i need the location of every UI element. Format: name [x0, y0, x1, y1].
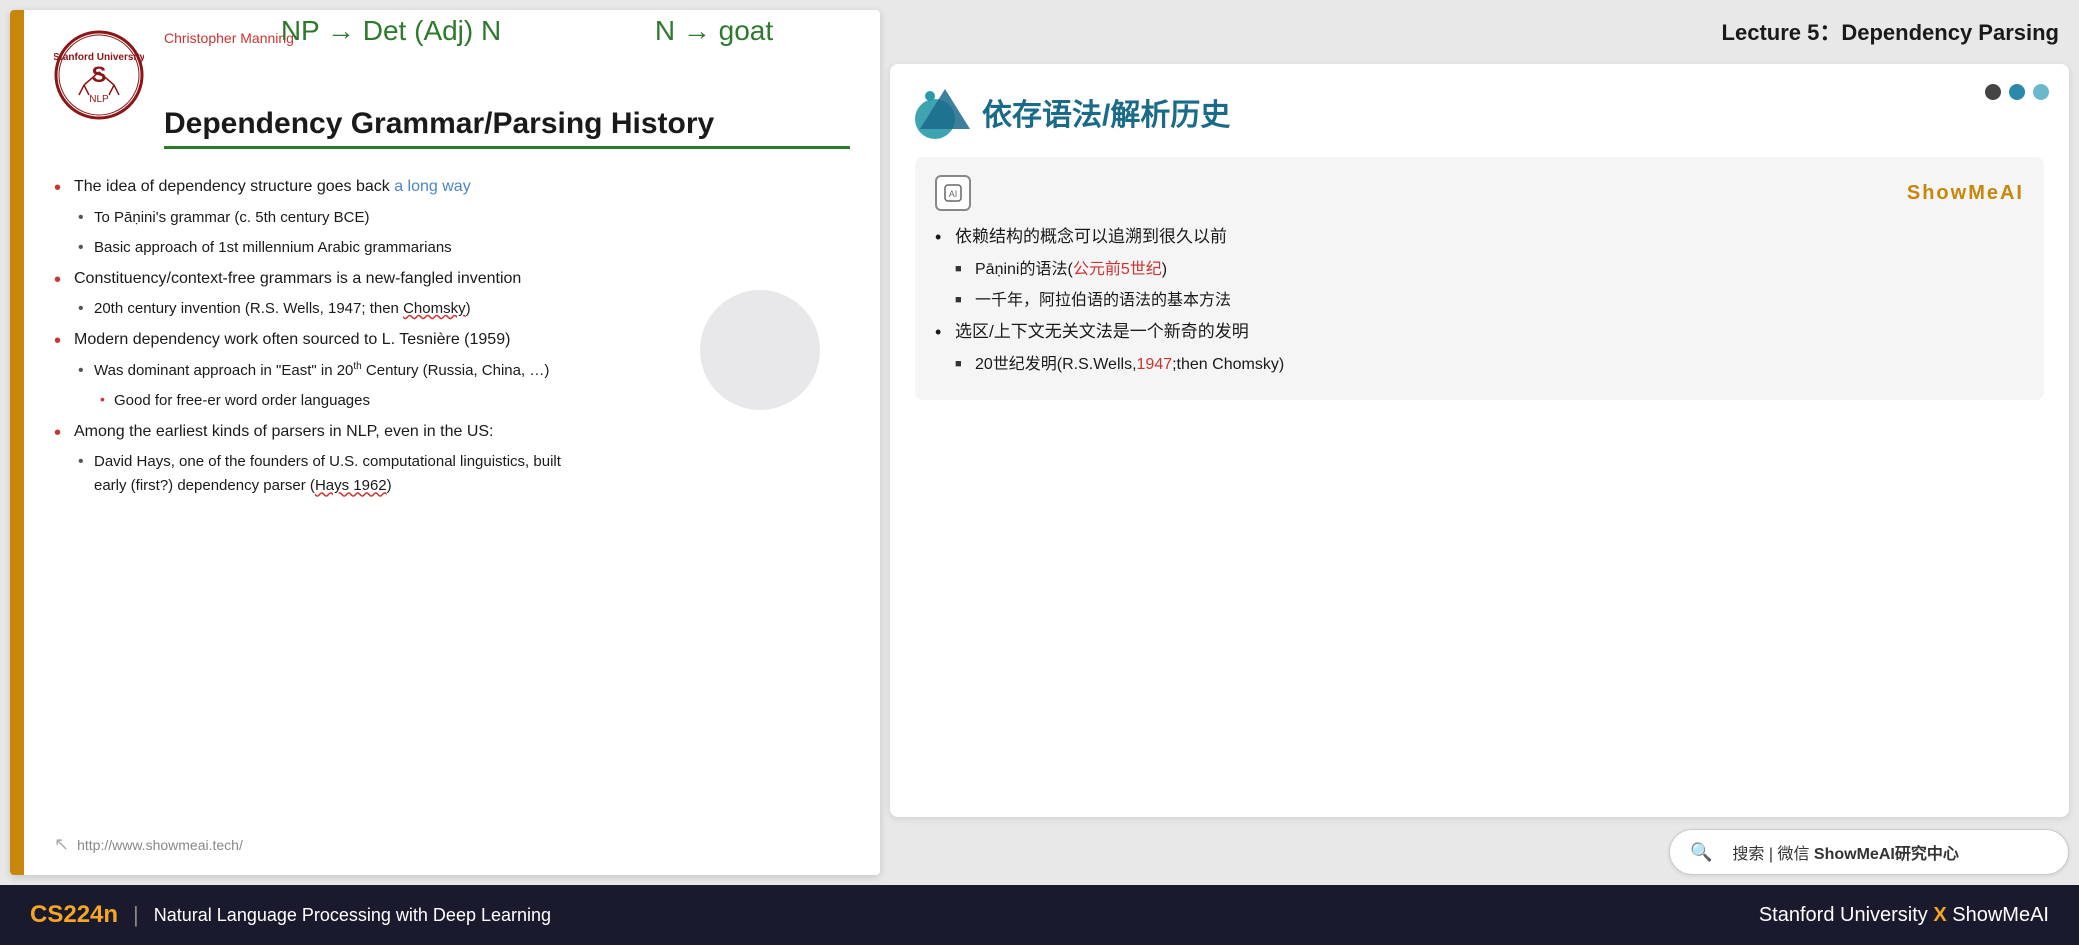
ai-content-box: AI ShowMeAI 依赖结构的概念可以追溯到很久以前 Pāṇini的语法(公… — [915, 157, 2044, 400]
slide-header: NP → Det (Adj) N N → goat Stanford Unive… — [54, 30, 850, 164]
hays-ref: Hays 1962 — [315, 477, 387, 494]
svg-text:AI: AI — [949, 189, 958, 199]
slide-title-underline — [164, 146, 850, 149]
dot-dark — [1985, 84, 2001, 100]
three-dots — [1985, 84, 2049, 100]
slide-title-area: Christopher Manning Dependency Grammar/P… — [164, 30, 850, 164]
list-item: David Hays, one of the founders of U.S. … — [54, 450, 850, 498]
formula-left: NP → Det (Adj) N — [281, 15, 501, 47]
list-item: 一千年，阿拉伯语的语法的基本方法 — [935, 287, 2024, 314]
chinese-slide-header: 依存语法/解析历史 — [915, 84, 2044, 139]
chinese-bullet-list: 依赖结构的概念可以追溯到很久以前 Pāṇini的语法(公元前5世纪) 一千年，阿… — [935, 223, 2024, 378]
bottom-right: Stanford University X ShowMeAI — [1759, 904, 2049, 927]
teal-logo-icon — [915, 84, 970, 139]
brand-text: ShowMeAI — [1952, 904, 2049, 926]
search-bar[interactable]: 🔍 搜索 | 微信 ShowMeAI研究中心 — [1669, 829, 2069, 875]
dot-light-teal — [2033, 84, 2049, 100]
footer-url: http://www.showmeai.tech/ — [77, 837, 243, 853]
lecture-title: Lecture 5：Dependency Parsing — [890, 10, 2069, 52]
right-panel: Lecture 5：Dependency Parsing 依存语法/解析历史 — [890, 10, 2069, 875]
ai-icon: AI — [935, 175, 971, 211]
search-icon: 🔍 — [1690, 842, 1712, 863]
chinese-slide-title: 依存语法/解析历史 — [982, 90, 1230, 134]
course-name: Natural Language Processing with Deep Le… — [154, 905, 551, 926]
svg-text:S: S — [92, 62, 107, 87]
year-highlight: 1947 — [1137, 356, 1173, 373]
bottom-bar: CS224n | Natural Language Processing wit… — [0, 885, 2079, 945]
chinese-slide: 依存语法/解析历史 AI ShowMeAI 依赖结构的概念可以 — [890, 64, 2069, 817]
list-item: Basic approach of 1st millennium Arabic … — [54, 236, 850, 260]
list-item: To Pāṇini's grammar (c. 5th century BCE) — [54, 206, 850, 230]
slide-content: NP → Det (Adj) N N → goat Stanford Unive… — [24, 10, 880, 875]
list-item: 选区/上下文无关文法是一个新奇的发明 — [935, 318, 2024, 347]
list-item: Constituency/context-free grammars is a … — [54, 266, 850, 292]
highlighted-text: 公元前5世纪 — [1073, 261, 1162, 278]
course-code: CS224n — [30, 901, 118, 929]
slide-title: Dependency Grammar/Parsing History — [164, 106, 850, 142]
bottom-left: CS224n | Natural Language Processing wit… — [30, 901, 551, 929]
chomsky-text: Chomsky — [403, 300, 466, 317]
search-text: 搜索 | 微信 ShowMeAI研究中心 — [1732, 840, 1958, 864]
list-item: Pāṇini的语法(公元前5世纪) — [935, 256, 2024, 283]
svg-text:NLP: NLP — [89, 94, 109, 105]
orange-bar — [10, 10, 24, 875]
list-item: The idea of dependency structure goes ba… — [54, 174, 850, 200]
x-separator: X — [1933, 904, 1952, 926]
main-area: NP → Det (Adj) N N → goat Stanford Unive… — [0, 0, 2079, 885]
cursor-icon: ↖ — [54, 834, 69, 855]
list-item: 依赖结构的概念可以追溯到很久以前 — [935, 223, 2024, 252]
highlight-text: a long way — [394, 178, 471, 195]
slide-panel: NP → Det (Adj) N N → goat Stanford Unive… — [10, 10, 880, 875]
dot-teal — [2009, 84, 2025, 100]
stanford-text: Stanford University — [1759, 904, 1928, 926]
stanford-logo: Stanford University S NLP — [54, 30, 144, 120]
formula-right: N → goat — [655, 15, 773, 47]
separator: | — [133, 902, 139, 928]
ai-box-header: AI ShowMeAI — [935, 175, 2024, 211]
handwritten-formula: NP → Det (Adj) N N → goat — [204, 15, 850, 47]
showmeai-brand: ShowMeAI — [1907, 182, 2024, 205]
list-item: 20世纪发明(R.S.Wells,1947;then Chomsky) — [935, 351, 2024, 378]
slide-footer: ↖ http://www.showmeai.tech/ — [54, 819, 850, 855]
gray-circle-annotation — [700, 290, 820, 410]
list-item: Among the earliest kinds of parsers in N… — [54, 419, 850, 445]
